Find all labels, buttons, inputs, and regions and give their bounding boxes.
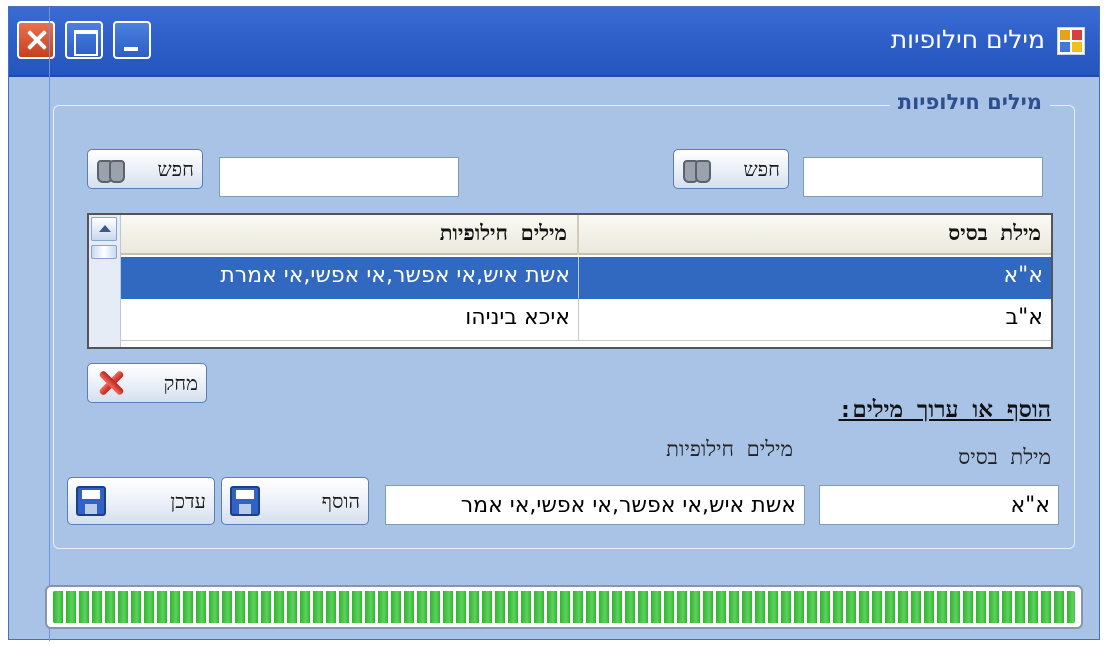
base-search-label: חפש xyxy=(743,156,780,181)
update-button[interactable]: עדכן xyxy=(67,477,215,525)
words-grid[interactable]: מילת בסיס מילים חילופיות א"א אשת איש,אי … xyxy=(87,213,1053,349)
minimize-icon[interactable] xyxy=(113,21,151,59)
base-word-search-button[interactable]: חפש xyxy=(673,149,789,189)
base-word-edit-input[interactable] xyxy=(819,485,1059,525)
alt-words-search-input[interactable] xyxy=(219,157,459,197)
column-header-alt-words[interactable]: מילים חילופיות xyxy=(121,215,579,255)
update-label: עדכן xyxy=(170,488,206,513)
delete-button[interactable]: מחק xyxy=(87,363,207,403)
group-legend: מילים חילופיות xyxy=(889,90,1050,114)
cell-alt-words[interactable]: אשת איש,אי אפשר,אי אפשי,אי אמרת xyxy=(121,257,579,299)
window-title: מילים חילופיות xyxy=(890,25,1045,54)
progress-fill xyxy=(53,591,1075,623)
table-row[interactable]: א"ב איכא ביניהו xyxy=(121,299,1051,341)
vertical-guide-line xyxy=(49,7,50,641)
alternative-words-window: מילים חילופיות מילים חילופיות חפש חפש מי… xyxy=(8,6,1100,641)
binoculars-icon xyxy=(682,157,712,183)
grid-header: מילת בסיס מילים חילופיות xyxy=(121,215,1051,255)
title-bar[interactable]: מילים חילופיות xyxy=(9,7,1099,77)
scroll-up-icon[interactable] xyxy=(91,217,117,241)
base-word-label: מילת בסיס xyxy=(958,445,1051,469)
floppy-disk-icon xyxy=(76,486,106,516)
progress-bar xyxy=(45,585,1083,629)
base-word-search-input[interactable] xyxy=(803,157,1043,197)
binoculars-icon xyxy=(96,157,126,183)
alt-words-edit-input[interactable] xyxy=(385,485,805,525)
delete-label: מחק xyxy=(163,370,198,395)
column-header-base-word[interactable]: מילת בסיס xyxy=(579,215,1051,255)
cell-alt-words[interactable]: איכא ביניהו xyxy=(121,299,579,341)
edit-section-title: הוסף או ערוך מילים: xyxy=(838,397,1051,423)
alt-words-search-button[interactable]: חפש xyxy=(87,149,203,189)
alt-words-label: מילים חילופיות xyxy=(666,437,793,461)
cell-base-word[interactable]: א"א xyxy=(579,257,1051,299)
floppy-disk-icon xyxy=(230,486,260,516)
table-row[interactable]: א"א אשת איש,אי אפשר,אי אפשי,אי אמרת xyxy=(121,257,1051,299)
add-label: הוסף xyxy=(321,488,360,513)
add-button[interactable]: הוסף xyxy=(221,477,369,525)
delete-icon xyxy=(96,368,126,398)
cell-base-word[interactable]: א"ב xyxy=(579,299,1051,341)
app-icon xyxy=(1057,27,1085,55)
grid-scrollbar[interactable] xyxy=(89,215,121,347)
maximize-icon[interactable] xyxy=(65,21,103,59)
scroll-thumb[interactable] xyxy=(91,245,117,259)
alt-search-label: חפש xyxy=(157,156,194,181)
